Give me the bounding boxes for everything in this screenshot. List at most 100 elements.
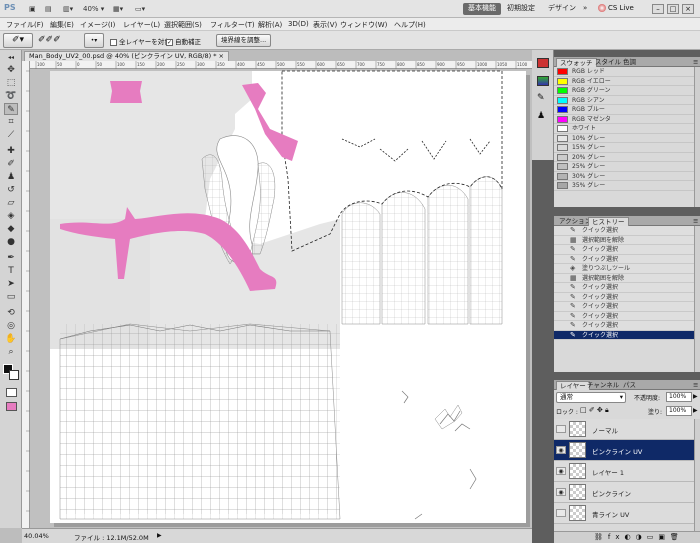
history-item[interactable]: ▦ 選択範囲を解除 [554,235,694,245]
hand-tool-icon[interactable]: ✋ [4,333,18,345]
lasso-tool-icon[interactable]: ➰ [4,90,18,102]
fill-slider-icon[interactable]: ▶ [693,407,698,414]
tab-channels[interactable]: チャンネル [584,381,622,389]
history-item[interactable]: ✎ クイック選択 [554,321,694,331]
history-item[interactable]: ✎ クイック選択 [554,311,694,321]
type-tool-icon[interactable]: T [4,265,18,277]
path-selection-tool-icon[interactable]: ➤ [4,278,18,290]
menu-edit[interactable]: 編集(E) [50,20,74,30]
minimize-button[interactable]: – [652,4,664,14]
layer-row[interactable]: ノーマル [554,419,694,440]
close-tab-icon[interactable]: × [219,52,224,60]
tool-preset-picker[interactable]: ✐▾ [3,33,33,48]
swatch-item[interactable]: 20% グレー [554,153,694,162]
menu-layer[interactable]: レイヤー(L) [123,20,160,30]
marquee-tool-icon[interactable]: ⬚ [4,77,18,89]
menu-3d[interactable]: 3D(D) [288,20,309,28]
auto-enhance-option[interactable]: ✓ 自動補正 [166,36,201,46]
shape-tool-icon[interactable]: ▭ [4,291,18,303]
brush-size-picker[interactable]: •▾ [84,33,104,48]
workspace-more-icon[interactable]: » [578,3,592,15]
opacity-input[interactable]: 100% [666,392,692,402]
pen-tool-icon[interactable]: ✒ [4,252,18,264]
refine-edge-button[interactable]: 境界線を調整... [216,34,272,47]
history-item[interactable]: ✎ クイック選択 [554,292,694,302]
swatch-item[interactable]: 30% グレー [554,172,694,181]
tab-adjust[interactable]: 色調 [620,58,639,66]
eye-icon[interactable]: ◉ [556,488,566,496]
tab-paths[interactable]: パス [620,381,639,389]
view-extras-icon[interactable]: ▥▾ [60,3,76,15]
collapse-tools-icon[interactable]: ◂◂ [4,52,18,64]
eye-icon[interactable] [556,509,566,517]
menu-filter[interactable]: フィルター(T) [210,20,255,30]
zoom-tool-icon[interactable]: ⌕ [4,346,18,358]
history-brush-tool-icon[interactable]: ↺ [4,184,18,196]
brush-tool-icon[interactable]: ✐ [4,158,18,170]
eraser-tool-icon[interactable]: ▱ [4,197,18,209]
arrange-documents-icon[interactable]: ▦▾ [110,3,126,15]
tab-swatches[interactable]: スウォッチ [556,58,597,67]
history-item[interactable]: ▦ 選択範囲を解除 [554,273,694,283]
layer-row[interactable]: ◉ ピンクライン UV [554,440,694,461]
background-color-swatch[interactable] [9,370,19,380]
workspace-basic[interactable]: 基本機能 [463,3,501,15]
document-tab[interactable]: Man_Body_UV2_00.psd @ 40% (ピンクライン UV, RG… [24,51,229,61]
opacity-slider-icon[interactable]: ▶ [693,393,698,400]
3d-rotate-tool-icon[interactable]: ⟲ [4,307,18,319]
history-item[interactable]: ✎ クイック選択 [554,254,694,264]
history-item[interactable]: ◈ 塗りつぶしツール [554,264,694,274]
workspace-design[interactable]: デザイン [543,3,581,15]
layers-scrollbar[interactable] [694,419,700,531]
lock-icons[interactable]: □ ✐ ✥ 🔒︎ [580,406,609,415]
maximize-button[interactable]: □ [667,4,679,14]
menu-window[interactable]: ウィンドウ(W) [340,20,387,30]
zoom-level-dropdown[interactable]: 40% ▾ [80,3,107,15]
swatch-item[interactable]: RGB マゼンタ [554,115,694,124]
eyedropper-tool-icon[interactable]: ⟋ [4,129,18,141]
minibridge-icon[interactable]: ▤ [42,3,55,15]
uv-canvas[interactable] [30,69,532,528]
screen-mode-icon[interactable]: ▭▾ [132,3,148,15]
swatch-item[interactable]: RGB ブルー [554,105,694,115]
selection-mode-icons[interactable]: ✐✐✐ [38,34,82,47]
status-menu-arrow-icon[interactable]: ▶ [157,532,162,539]
eye-icon[interactable]: ◉ [556,467,566,475]
crop-tool-icon[interactable]: ⌗ [4,116,18,128]
layer-row[interactable]: 青ライン UV [554,503,694,524]
menu-image[interactable]: イメージ(I) [80,20,115,30]
swatch-item[interactable]: 10% グレー [554,134,694,143]
swatch-item[interactable]: RGB レッド [554,67,694,77]
swatch-item[interactable]: RGB グリーン [554,86,694,96]
workspace-default[interactable]: 初期設定 [502,3,540,15]
menu-select[interactable]: 選択範囲(S) [164,20,202,30]
close-button[interactable]: × [682,4,694,14]
clone-stamp-tool-icon[interactable]: ♟ [4,171,18,183]
adjustments-panel-icon[interactable] [537,76,549,86]
menu-help[interactable]: ヘルプ(H) [394,20,426,30]
tab-history[interactable]: ヒストリー [588,217,629,226]
brush-panel-icon[interactable]: ✎ [537,94,549,104]
layers-footer-icons[interactable]: ⛓fx◐◑▭▣🗑︎ [554,531,700,543]
canvas-area[interactable] [30,69,532,528]
all-layers-option[interactable]: 全レイヤーを対象 [110,36,171,46]
swatch-item[interactable]: 35% グレー [554,181,694,191]
history-item[interactable]: ✎ クイック選択 [554,283,694,293]
all-layers-checkbox[interactable] [110,38,117,46]
color-panel-icon[interactable] [537,58,549,68]
move-tool-icon[interactable]: ✥ [4,64,18,76]
blur-tool-icon[interactable]: ◆ [4,223,18,235]
swatch-item[interactable]: RGB イエロー [554,77,694,86]
layer-row[interactable]: ◉ ピンクライン [554,482,694,503]
swatch-item[interactable]: ホワイト [554,124,694,134]
auto-enhance-checkbox[interactable]: ✓ [166,38,173,46]
swatches-menu-icon[interactable]: ≡ [690,58,700,66]
3d-camera-tool-icon[interactable]: ◎ [4,320,18,332]
menu-file[interactable]: ファイル(F) [6,20,44,30]
swatch-item[interactable]: RGB シアン [554,96,694,105]
healing-brush-tool-icon[interactable]: ✚ [4,145,18,157]
quick-mask-icon[interactable] [6,388,17,397]
history-item[interactable]: ✎ クイック選択 [554,226,694,236]
eye-icon[interactable]: ◉ [556,446,566,454]
menu-analysis[interactable]: 解析(A) [258,20,282,30]
